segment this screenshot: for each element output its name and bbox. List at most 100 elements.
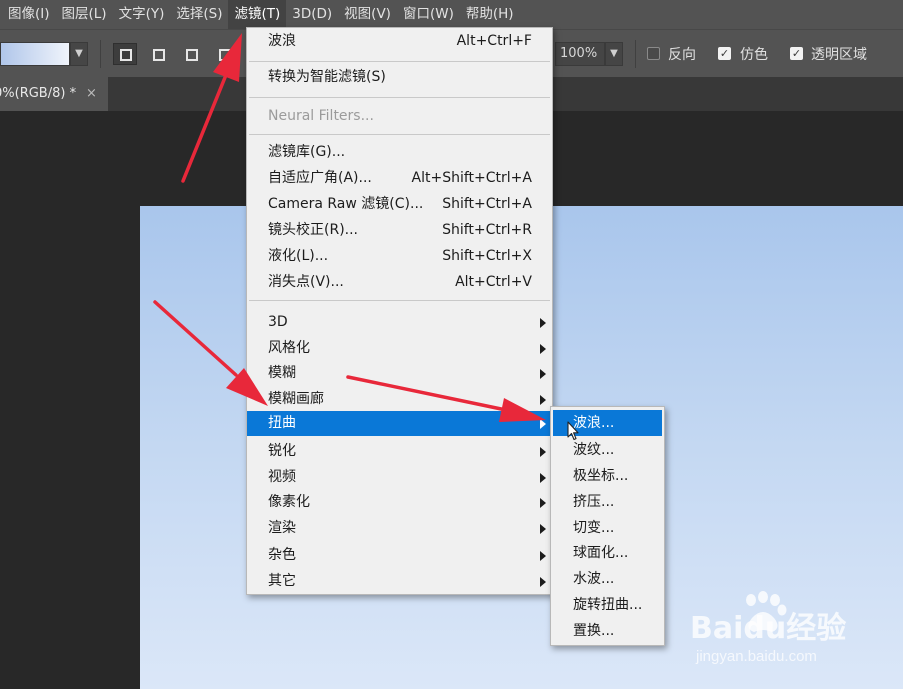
- menu-filter[interactable]: 滤镜(T): [228, 0, 287, 29]
- menu-item-label: Neural Filters...: [268, 108, 374, 124]
- menu-item-label: 镜头校正(R)...: [268, 222, 359, 238]
- separator: [635, 40, 636, 68]
- menu-item-liquify[interactable]: 液化(L)... Shift+Ctrl+X: [247, 244, 552, 269]
- submenu-item-zigzag[interactable]: 水波...: [551, 566, 664, 592]
- opacity-dropdown[interactable]: ▼: [605, 42, 623, 66]
- submenu-arrow-icon: [540, 577, 546, 587]
- menu-item-camera-raw[interactable]: Camera Raw 滤镜(C)... Shift+Ctrl+A: [247, 192, 552, 217]
- menu-item-label: 3D: [268, 314, 288, 330]
- menu-select[interactable]: 选择(S): [170, 0, 228, 29]
- menu-item-video[interactable]: 视频: [247, 465, 552, 490]
- submenu-item-label: 切变...: [573, 520, 615, 536]
- menu-item-shortcut: Shift+Ctrl+R: [442, 222, 532, 238]
- menu-item-label: 像素化: [268, 494, 310, 510]
- menu-item-filter-gallery[interactable]: 滤镜库(G)...: [247, 140, 552, 165]
- menu-item-label: 消失点(V)...: [268, 274, 344, 290]
- submenu-item-polar-coordinates[interactable]: 极坐标...: [551, 463, 664, 489]
- menu-type[interactable]: 文字(Y): [113, 0, 171, 29]
- submenu-item-twirl[interactable]: 旋转扭曲...: [551, 592, 664, 618]
- svg-text:Baidu经验: Baidu经验: [690, 611, 846, 646]
- menu-help[interactable]: 帮助(H): [460, 0, 520, 29]
- submenu-item-label: 波纹...: [573, 442, 615, 458]
- menu-item-convert-smart-filter[interactable]: 转换为智能滤镜(S): [247, 65, 552, 90]
- menu-view[interactable]: 视图(V): [338, 0, 397, 29]
- submenu-item-displace[interactable]: 置换...: [551, 618, 664, 644]
- menu-item-label: 视频: [268, 469, 296, 485]
- dither-checkbox[interactable]: ✓: [718, 47, 731, 60]
- menu-item-lens-correction[interactable]: 镜头校正(R)... Shift+Ctrl+R: [247, 218, 552, 243]
- submenu-arrow-icon: [540, 524, 546, 534]
- menu-item-adaptive-wide-angle[interactable]: 自适应广角(A)... Alt+Shift+Ctrl+A: [247, 166, 552, 191]
- submenu-arrow-icon: [540, 498, 546, 508]
- linear-gradient-button[interactable]: [113, 43, 137, 65]
- submenu-item-label: 波浪...: [573, 415, 615, 431]
- dither-label: 仿色: [740, 47, 768, 63]
- menu-item-label: 波浪: [268, 33, 296, 49]
- menu-item-shortcut: Shift+Ctrl+A: [442, 196, 532, 212]
- submenu-item-label: 旋转扭曲...: [573, 597, 643, 613]
- menu-item-label: 模糊: [268, 365, 296, 381]
- submenu-arrow-icon: [540, 473, 546, 483]
- menu-item-neural-filters: Neural Filters...: [247, 104, 552, 129]
- filter-menu: 波浪 Alt+Ctrl+F 转换为智能滤镜(S) Neural Filters.…: [246, 27, 553, 595]
- menu-item-sharpen[interactable]: 锐化: [247, 439, 552, 464]
- submenu-item-shear[interactable]: 切变...: [551, 515, 664, 541]
- close-icon[interactable]: ×: [86, 77, 97, 111]
- menu-item-label: 杂色: [268, 547, 296, 563]
- baidu-logo: Baidu经验: [690, 591, 846, 646]
- opacity-input[interactable]: 100%: [555, 42, 605, 66]
- menu-item-blur-gallery[interactable]: 模糊画廊: [247, 387, 552, 412]
- submenu-item-pinch[interactable]: 挤压...: [551, 489, 664, 515]
- submenu-arrow-icon: [540, 395, 546, 405]
- menu-layer[interactable]: 图层(L): [56, 0, 113, 29]
- checkmark-icon: ✓: [791, 47, 802, 60]
- menu-item-render[interactable]: 渲染: [247, 516, 552, 541]
- reverse-checkbox[interactable]: [647, 47, 660, 60]
- menu-item-label: 自适应广角(A)...: [268, 170, 372, 186]
- gradient-preview[interactable]: [0, 42, 70, 66]
- menu-separator: [249, 300, 550, 301]
- menu-item-wave-last[interactable]: 波浪 Alt+Ctrl+F: [247, 29, 552, 54]
- menu-item-label: 风格化: [268, 340, 310, 356]
- separator: [100, 40, 101, 68]
- transparency-label: 透明区域: [811, 47, 867, 63]
- menu-item-shortcut: Alt+Shift+Ctrl+A: [411, 170, 532, 186]
- menu-window[interactable]: 窗口(W): [397, 0, 460, 29]
- menu-item-stylize[interactable]: 风格化: [247, 336, 552, 361]
- menu-image[interactable]: 图像(I): [2, 0, 56, 29]
- reflected-gradient-button[interactable]: [212, 43, 232, 65]
- radial-gradient-icon: [153, 49, 165, 61]
- menu-item-vanishing-point[interactable]: 消失点(V)... Alt+Ctrl+V: [247, 270, 552, 295]
- menu-item-distort[interactable]: 扭曲: [247, 411, 552, 436]
- menu-item-label: 转换为智能滤镜(S): [268, 69, 386, 85]
- radial-gradient-button[interactable]: [146, 43, 170, 65]
- submenu-arrow-icon: [540, 369, 546, 379]
- menu-3d[interactable]: 3D(D): [286, 0, 338, 29]
- menu-item-label: 液化(L)...: [268, 248, 329, 264]
- menu-item-label: 扭曲: [268, 415, 296, 431]
- baidu-watermark-url: jingyan.baidu.com: [696, 648, 817, 665]
- menu-bar: 图像(I) 图层(L) 文字(Y) 选择(S) 滤镜(T) 3D(D) 视图(V…: [0, 0, 903, 29]
- menu-item-3d[interactable]: 3D: [247, 310, 552, 335]
- checkmark-icon: ✓: [719, 47, 730, 60]
- submenu-item-spherize[interactable]: 球面化...: [551, 540, 664, 566]
- menu-item-label: 其它: [268, 573, 296, 589]
- mouse-cursor-icon: [567, 421, 579, 441]
- linear-gradient-icon: [120, 49, 132, 61]
- submenu-arrow-icon: [540, 419, 546, 429]
- gradient-picker-dropdown[interactable]: ▼: [70, 42, 88, 66]
- menu-item-other[interactable]: 其它: [247, 569, 552, 594]
- angle-gradient-button[interactable]: [179, 43, 203, 65]
- menu-item-blur[interactable]: 模糊: [247, 361, 552, 386]
- menu-item-label: Camera Raw 滤镜(C)...: [268, 196, 424, 212]
- transparency-checkbox[interactable]: ✓: [790, 47, 803, 60]
- menu-item-shortcut: Alt+Ctrl+F: [456, 33, 532, 49]
- menu-item-noise[interactable]: 杂色: [247, 543, 552, 568]
- document-tab[interactable]: 0%(RGB/8) * ×: [0, 77, 108, 111]
- submenu-item-label: 置换...: [573, 623, 615, 639]
- menu-item-pixelate[interactable]: 像素化: [247, 490, 552, 515]
- submenu-arrow-icon: [540, 344, 546, 354]
- menu-item-shortcut: Alt+Ctrl+V: [455, 274, 532, 290]
- menu-item-label: 锐化: [268, 443, 296, 459]
- reverse-label: 反向: [668, 47, 696, 63]
